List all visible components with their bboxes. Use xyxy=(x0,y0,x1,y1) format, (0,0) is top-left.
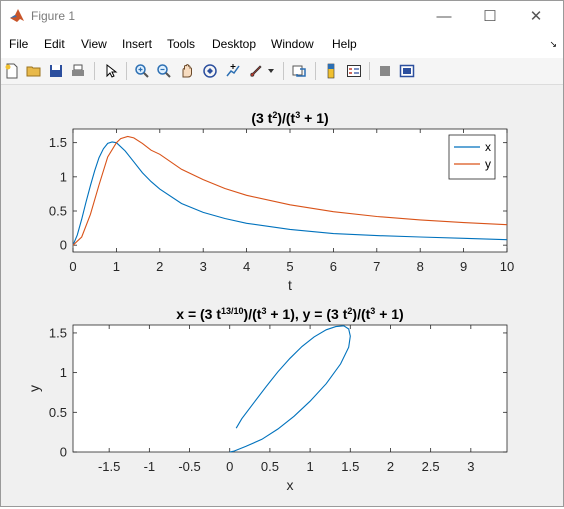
x-tick-label: 2.5 xyxy=(422,459,440,474)
y-tick-label: 1.5 xyxy=(49,325,67,340)
y-tick-label: 0 xyxy=(60,238,67,253)
figure-toolbar xyxy=(1,58,563,85)
link-plot-icon[interactable] xyxy=(289,61,309,81)
menu-file[interactable]: File xyxy=(9,37,28,51)
title-bar[interactable]: Figure 1 — ☐ ✕ xyxy=(1,1,563,31)
menu-desktop[interactable]: Desktop xyxy=(212,37,256,51)
y-axis-label: y xyxy=(26,385,42,392)
rotate-3d-icon[interactable] xyxy=(200,61,220,81)
legend-label-x: x xyxy=(485,140,491,154)
plot-title-2: x = (3 t13/10)/(t3 + 1), y = (3 t2)/(t3 … xyxy=(176,306,403,322)
plot-axes-2 xyxy=(72,324,508,453)
maximize-button[interactable]: ☐ xyxy=(467,1,513,31)
x-tick-label: -1 xyxy=(144,459,156,474)
matlab-logo-icon xyxy=(10,9,24,22)
y-tick-label: 1 xyxy=(60,169,67,184)
menu-insert[interactable]: Insert xyxy=(122,37,152,51)
legend-label-y: y xyxy=(485,157,491,171)
x-axis-label: t xyxy=(288,277,292,293)
y-tick-label: 0.5 xyxy=(49,405,67,420)
x-tick-label: 8 xyxy=(417,259,424,274)
menu-window[interactable]: Window xyxy=(271,37,314,51)
zoom-out-icon[interactable] xyxy=(154,61,174,81)
toolbar-separator xyxy=(369,62,370,80)
plot-axes-1 xyxy=(72,128,508,253)
x-tick-label: 0 xyxy=(69,259,76,274)
y-tick-label: 1 xyxy=(60,365,67,380)
x-tick-label: 3 xyxy=(467,459,474,474)
plot-title-1: (3 t2)/(t3 + 1) xyxy=(251,110,328,126)
x-axis-label: x xyxy=(287,477,294,493)
save-icon[interactable] xyxy=(46,61,66,81)
close-button[interactable]: ✕ xyxy=(513,1,559,31)
minimize-icon: — xyxy=(436,7,452,25)
print-icon[interactable] xyxy=(68,61,88,81)
x-tick-label: 2 xyxy=(387,459,394,474)
brush-dropdown-icon[interactable] xyxy=(265,61,277,81)
menu-tools[interactable]: Tools xyxy=(167,37,195,51)
x-tick-label: 9 xyxy=(460,259,467,274)
x-tick-label: 0 xyxy=(226,459,233,474)
pan-icon[interactable] xyxy=(177,61,197,81)
dock-arrow-icon[interactable]: ↘ xyxy=(549,39,557,50)
close-icon: ✕ xyxy=(529,8,543,25)
x-tick-label: 5 xyxy=(286,259,293,274)
menu-view[interactable]: View xyxy=(81,37,107,51)
colorbar-icon[interactable] xyxy=(321,61,341,81)
figure-window: Figure 1 — ☐ ✕ File Edit View Insert Too… xyxy=(0,0,564,507)
minimize-button[interactable]: — xyxy=(421,1,467,31)
zoom-in-icon[interactable] xyxy=(132,61,152,81)
hide-plot-tools-icon[interactable] xyxy=(375,61,395,81)
x-tick-label: 1 xyxy=(306,459,313,474)
toolbar-separator xyxy=(315,62,316,80)
x-tick-label: -0.5 xyxy=(178,459,200,474)
x-tick-label: -1.5 xyxy=(98,459,120,474)
open-icon[interactable] xyxy=(24,61,44,81)
menu-bar: File Edit View Insert Tools Desktop Wind… xyxy=(1,31,563,58)
x-tick-label: 2 xyxy=(156,259,163,274)
x-tick-label: 0.5 xyxy=(261,459,279,474)
y-tick-label: 1.5 xyxy=(49,135,67,150)
toolbar-separator xyxy=(283,62,284,80)
menu-help[interactable]: Help xyxy=(332,37,357,51)
x-tick-label: 3 xyxy=(200,259,207,274)
x-tick-label: 7 xyxy=(373,259,380,274)
maximize-icon: ☐ xyxy=(483,8,497,25)
data-cursor-icon[interactable] xyxy=(223,61,243,81)
window-title: Figure 1 xyxy=(31,9,76,23)
x-tick-label: 10 xyxy=(500,259,514,274)
y-tick-label: 0.5 xyxy=(49,204,67,219)
menu-edit[interactable]: Edit xyxy=(44,37,65,51)
legend-icon[interactable] xyxy=(344,61,364,81)
show-plot-tools-icon[interactable] xyxy=(397,61,417,81)
x-tick-label: 4 xyxy=(243,259,250,274)
brush-icon[interactable] xyxy=(246,61,266,81)
x-tick-label: 1 xyxy=(113,259,120,274)
toolbar-separator xyxy=(94,62,95,80)
x-tick-label: 1.5 xyxy=(341,459,359,474)
figure-svg: 0 1 2 3 4 5 6 7 8 9 1000.511.5(3 t2)/(t3 + 1)txy-1… xyxy=(26,110,514,493)
figure-canvas: 0 1 2 3 4 5 6 7 8 9 10 0 0.5 1 1.5 (3 t2)/(t3 + 1) t x y -1… xyxy=(1,85,563,506)
pointer-icon[interactable] xyxy=(101,61,121,81)
y-tick-label: 0 xyxy=(60,445,67,460)
toolbar-separator xyxy=(126,62,127,80)
new-figure-icon[interactable] xyxy=(2,61,22,81)
x-tick-label: 6 xyxy=(330,259,337,274)
